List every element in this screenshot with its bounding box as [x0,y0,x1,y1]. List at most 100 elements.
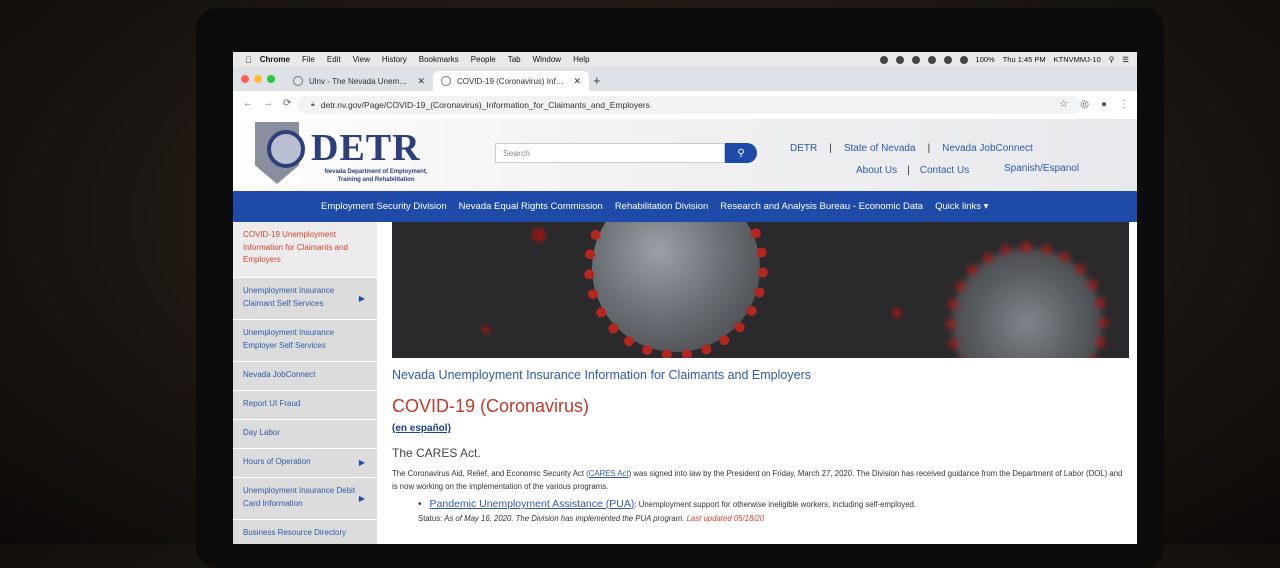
globe-icon [441,76,451,86]
apple-icon[interactable]:  [245,55,252,65]
tab-title: COVID-19 (Coronavirus) Inform [457,76,568,86]
menu-edit[interactable]: Edit [327,55,341,64]
menu-people[interactable]: People [471,55,496,64]
link-contact-us[interactable]: Contact Us [920,165,969,176]
tab-title: Ulnv - The Nevada Unemploym [309,76,412,86]
sidebar-item-label: Hours of Operation [243,457,311,466]
url-text[interactable]: detr.nv.gov/Page/COVID-19_(Coronavirus)_… [321,100,650,110]
hero-virus-image [392,222,1129,358]
new-tab-button[interactable]: + [593,73,601,88]
menu-view[interactable]: View [353,55,370,64]
spotlight-icon[interactable]: ⚲ [1109,55,1115,64]
status-icon[interactable] [927,55,936,64]
pua-status: Status: As of May 16, 2020. The Division… [418,514,1127,523]
menu-list-icon[interactable]: ☰ [1122,55,1129,64]
seal-ring [267,130,305,168]
sidebar-item-jobconnect[interactable]: Nevada JobConnect [233,362,377,391]
close-window-button[interactable] [241,75,249,83]
logo-word: DETR [311,127,421,169]
sidebar-item-label: Unemployment Insurance Claimant Self Ser… [243,286,335,308]
menu-chrome[interactable]: Chrome [260,55,290,64]
link-nevada-jobconnect[interactable]: Nevada JobConnect [942,143,1033,154]
clock[interactable]: Thu 1:45 PM [1003,55,1046,64]
nav-employment-security[interactable]: Employment Security Division [321,201,447,212]
search-button[interactable]: ⚲ [725,143,757,163]
sidebar-item-label: COVID-19 Unemployment Information for Cl… [243,230,348,264]
minimize-window-button[interactable] [254,75,262,83]
search-input[interactable]: Search [495,143,725,163]
menu-window[interactable]: Window [533,55,561,64]
profile-avatar-icon[interactable]: ● [1101,99,1107,110]
menu-history[interactable]: History [382,55,407,64]
sidebar-item-claimant-services[interactable]: Unemployment Insurance Claimant Self Ser… [233,278,377,320]
reload-icon[interactable]: ⟳ [283,98,291,109]
browser-tab-active[interactable]: COVID-19 (Coronavirus) Inform ✕ [433,71,589,91]
status-label: Status: [418,514,443,523]
particle [892,308,902,318]
menu-help[interactable]: Help [573,55,589,64]
link-detr[interactable]: DETR [790,143,817,154]
sidebar-item-label: Unemployment Insurance Debit Card Inform… [243,486,356,508]
sidebar-item-employer-services[interactable]: Unemployment Insurance Employer Self Ser… [233,320,377,362]
caret-right-icon: ▶ [358,457,365,467]
logo-subtitle: Nevada Department of Employment, Trainin… [324,169,428,183]
pua-link[interactable]: Pandemic Unemployment Assistance (PUA) [430,498,635,510]
menu-file[interactable]: File [302,55,315,64]
lock-icon[interactable]: 🔒︎ [311,101,315,109]
particle [482,326,490,334]
status-icon[interactable] [911,55,920,64]
menu-bookmarks[interactable]: Bookmarks [419,55,459,64]
sidebar-item-report-fraud[interactable]: Report UI Fraud [233,391,377,420]
sidebar-item-label: Unemployment Insurance Employer Self Ser… [243,328,335,350]
cares-act-link[interactable]: CARES Act [589,469,629,478]
back-arrow-icon[interactable]: ← [243,98,253,109]
forward-arrow-icon[interactable]: → [263,98,273,109]
cares-text-1: The Coronavirus Aid, Relief, and Economi… [392,469,589,478]
sidebar-item-day-labor[interactable]: Day Labor [233,420,377,449]
battery-percent[interactable]: 100% [976,55,995,64]
zoom-window-button[interactable] [267,75,275,83]
sidebar-item-debit-card[interactable]: Unemployment Insurance Debit Card Inform… [233,478,377,520]
star-icon[interactable]: ☆ [1059,99,1068,110]
link-state-of-nevada[interactable]: State of Nevada [844,143,916,154]
main-nav: Employment Security Division Nevada Equa… [233,191,1137,222]
sidebar-item-covid[interactable]: COVID-19 Unemployment Information for Cl… [233,222,377,278]
status-icon[interactable] [943,55,952,64]
browser-screen:  Chrome File Edit View History Bookmark… [233,52,1137,544]
address-bar[interactable]: 🔒︎ detr.nv.gov/Page/COVID-19_(Coronaviru… [297,96,1081,114]
menu-tab[interactable]: Tab [508,55,521,64]
sidebar-item-hours[interactable]: Hours of Operation ▶ [233,449,377,478]
nav-equal-rights[interactable]: Nevada Equal Rights Commission [459,201,603,212]
browser-tab[interactable]: Ulnv - The Nevada Unemploym ✕ [285,71,433,91]
close-tab-icon[interactable]: ✕ [417,76,425,87]
sidebar-item-label: Report UI Fraud [243,399,301,408]
search-icon: ⚲ [737,147,745,159]
divider: | [829,143,832,154]
spanish-version-link[interactable]: (en español) [392,423,1127,434]
host-name[interactable]: KTNVMMJ-10 [1054,55,1101,64]
status-icon[interactable] [879,55,888,64]
sidebar-item-business-directory[interactable]: Business Resource Directory [233,520,377,544]
covid-heading: COVID-19 (Coronavirus) [392,396,590,416]
close-tab-icon[interactable]: ✕ [573,76,581,87]
nav-rehabilitation[interactable]: Rehabilitation Division [615,201,708,212]
kebab-menu-icon[interactable]: ⋮ [1119,99,1129,110]
window-controls [241,75,275,83]
page-title: Nevada Unemployment Insurance Informatio… [392,368,811,382]
link-spanish[interactable]: Spanish/Espanol [1004,163,1079,174]
menubar-status-area: 100% Thu 1:45 PM KTNVMMJ-10 ⚲ ☰ [879,52,1129,67]
link-about-us[interactable]: About Us [856,165,897,176]
browser-toolbar: ← → ⟳ 🔒︎ detr.nv.gov/Page/COVID-19_(Coro… [233,91,1137,120]
extension-icon[interactable]: ◎ [1080,99,1089,110]
particle [532,228,546,242]
nav-quick-links[interactable]: Quick links ▾ [935,201,988,212]
wifi-icon[interactable] [959,55,968,64]
detr-logo[interactable]: DETR Nevada Department of Employment, Tr… [255,122,435,188]
status-text: As of May 16, 2020. The Division has imp… [442,514,685,523]
divider: | [927,143,931,154]
nav-research-analysis[interactable]: Research and Analysis Bureau - Economic … [720,201,923,212]
caret-right-icon: ▶ [358,493,365,503]
cares-heading: The CARES Act. [392,446,481,460]
sidebar: COVID-19 Unemployment Information for Cl… [233,222,377,544]
status-icon[interactable] [895,55,904,64]
